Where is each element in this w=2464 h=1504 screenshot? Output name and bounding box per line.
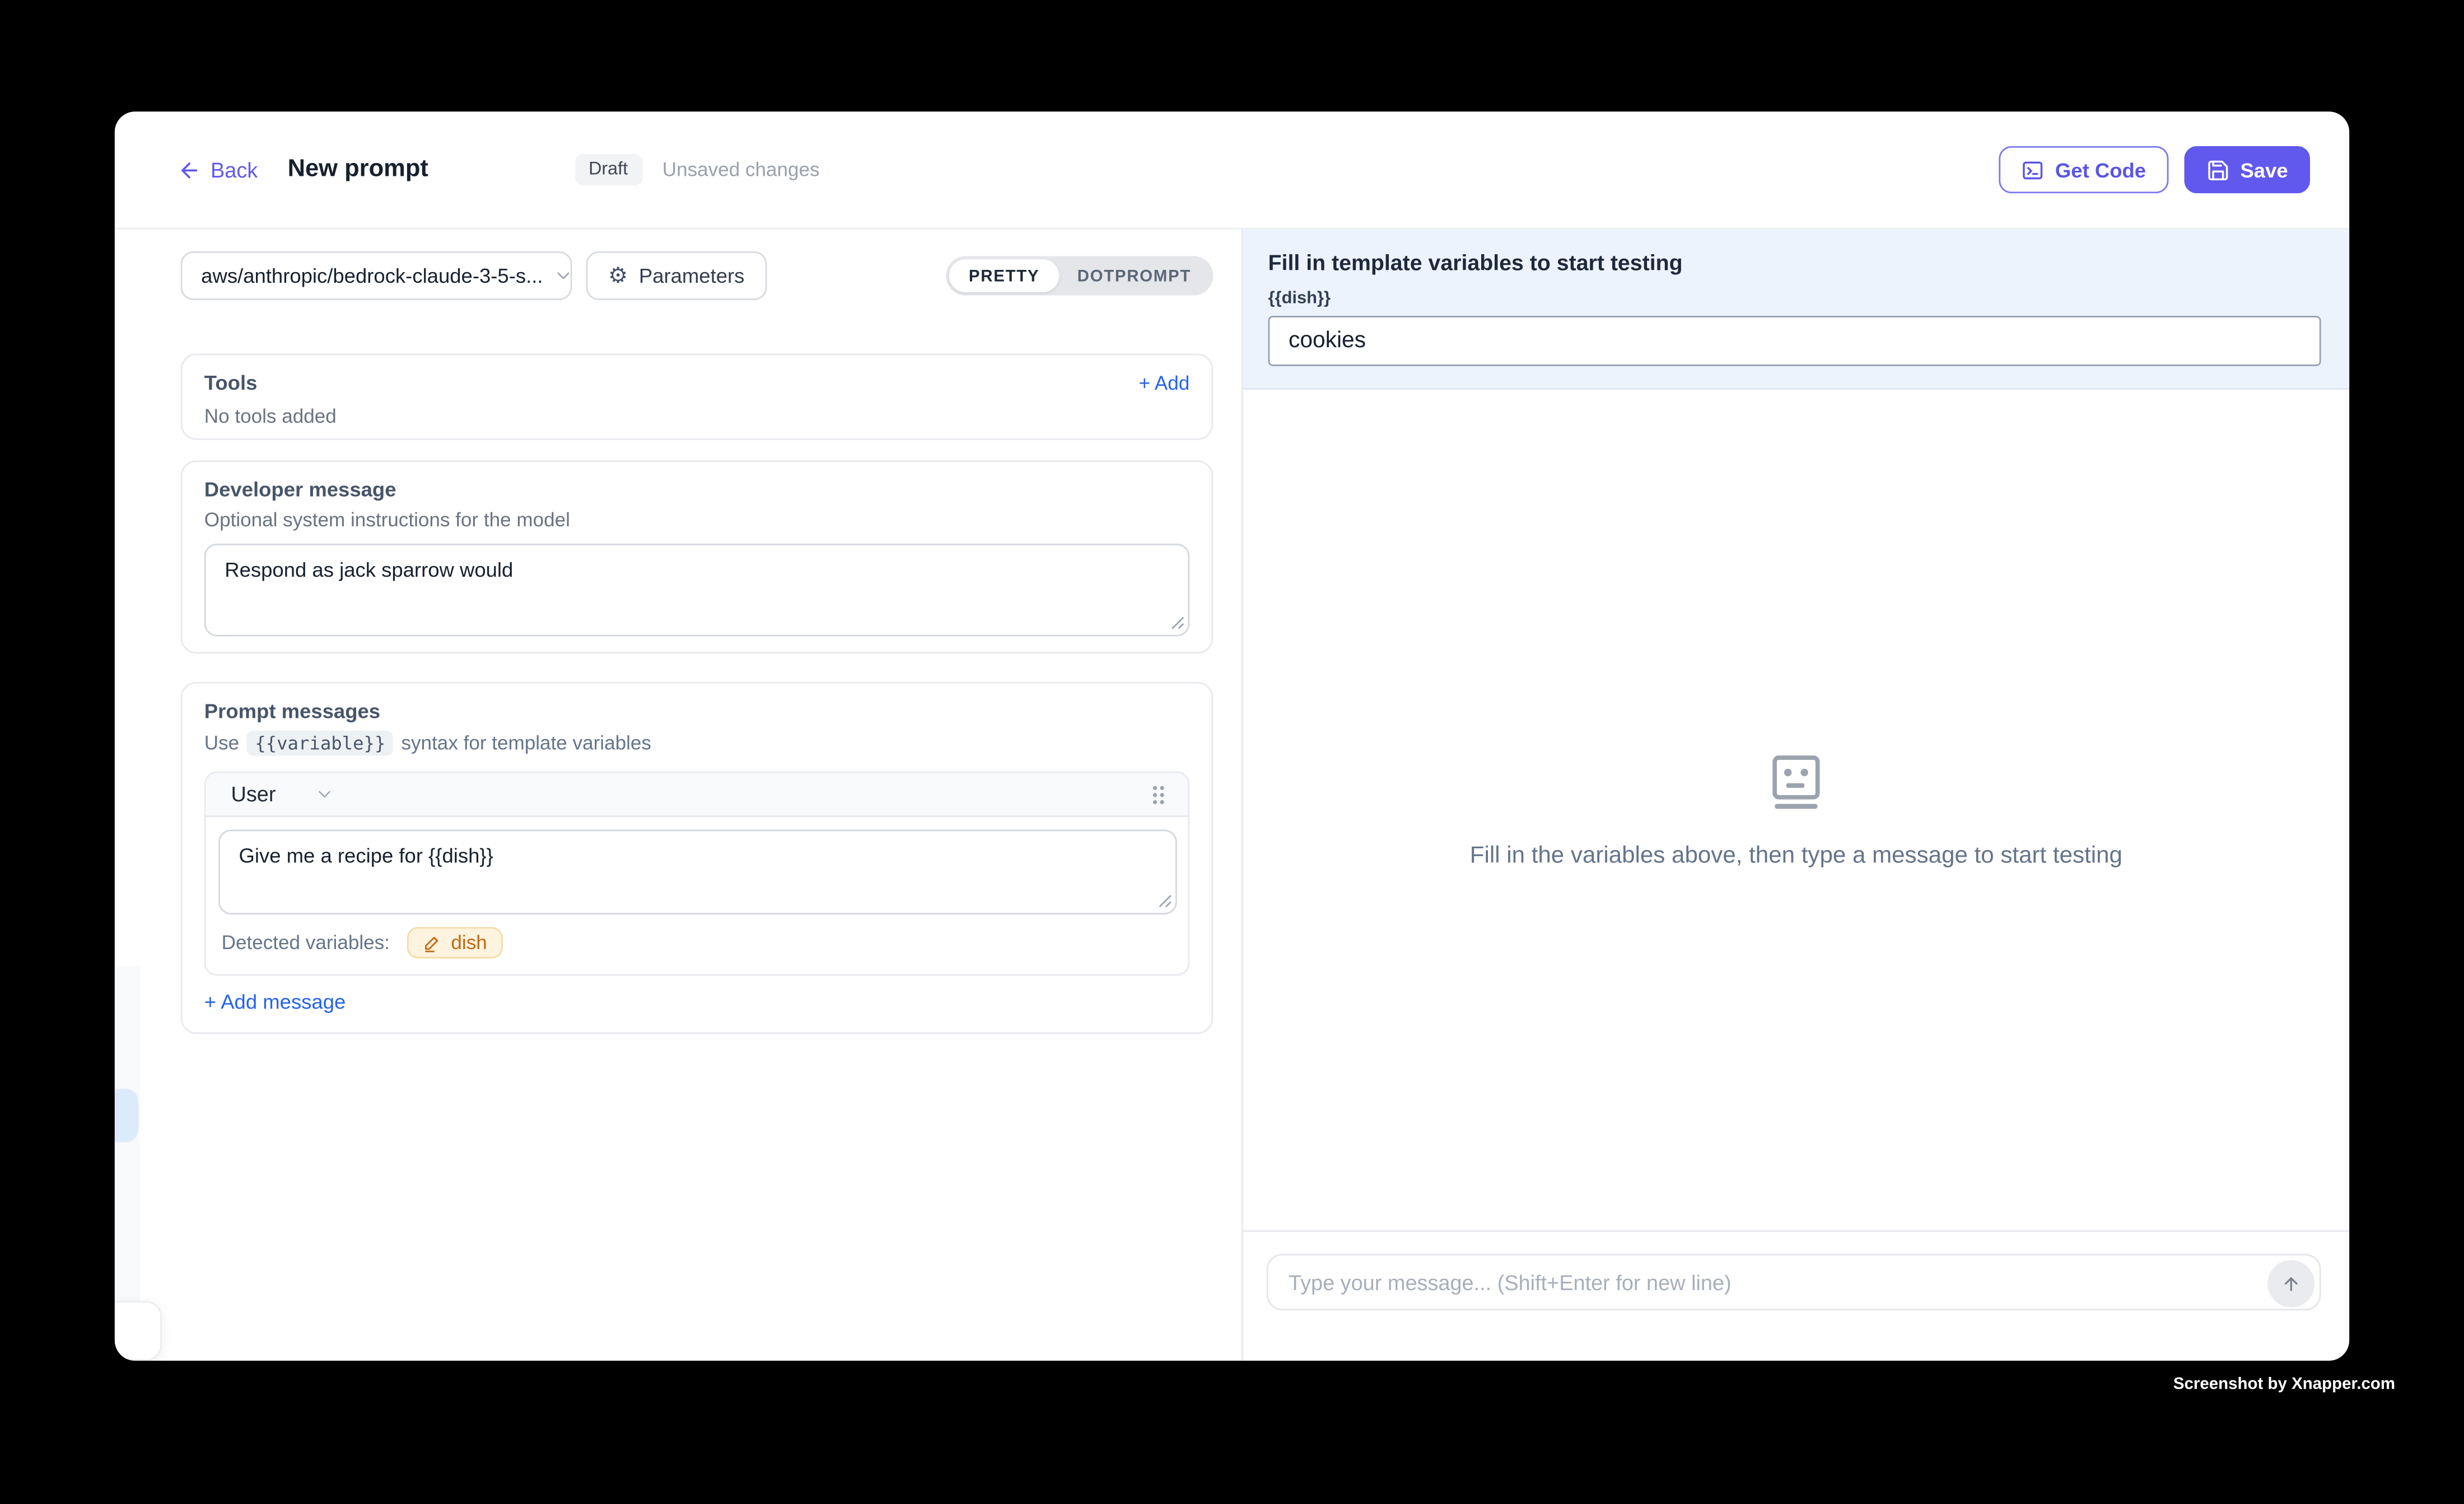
view-mode-toggle: PRETTY DOTPROMPT (947, 256, 1214, 295)
hint-suffix: syntax for template variables (401, 732, 651, 754)
chevron-down-icon (314, 784, 334, 804)
message-block: User G (204, 772, 1189, 976)
role-selector-value: User (231, 782, 276, 806)
add-tool-button[interactable]: + Add (1139, 372, 1190, 394)
drag-handle-icon[interactable] (1150, 783, 1166, 805)
model-selector[interactable]: aws/anthropic/bedrock-claude-3-5-s... (181, 251, 572, 300)
screen: Back New prompt Draft Unsaved changes Ge… (0, 0, 2464, 1504)
card-body: aws/anthropic/bedrock-claude-3-5-s... ⚙ … (115, 230, 2349, 1361)
developer-message-subtitle: Optional system instructions for the mod… (204, 509, 1189, 531)
empty-state-text: Fill in the variables above, then type a… (1470, 842, 2122, 869)
page-title: New prompt (288, 156, 428, 184)
detected-variables-row: Detected variables: dish (206, 914, 1188, 974)
prompt-editor-window: Back New prompt Draft Unsaved changes Ge… (115, 111, 2349, 1361)
message-body: Give me a recipe for {{dish}} (206, 817, 1188, 914)
developer-message-card: Developer message Optional system instru… (181, 460, 1214, 653)
model-row: aws/anthropic/bedrock-claude-3-5-s... ⚙ … (181, 251, 1214, 300)
test-panel: Fill in template variables to start test… (1242, 230, 2349, 1361)
model-selector-value: aws/anthropic/bedrock-claude-3-5-s... (201, 264, 543, 287)
corner-popover (115, 1301, 162, 1361)
syntax-hint: Use {{variable}} syntax for template var… (204, 731, 1189, 756)
chat-input-bar (1243, 1230, 2350, 1361)
watermark-text: Screenshot by Xnapper.com (2173, 1375, 2395, 1394)
chat-message-input[interactable] (1268, 1255, 2320, 1309)
role-selector[interactable]: User (231, 782, 334, 806)
developer-message-title: Developer message (204, 478, 1189, 501)
back-button[interactable]: Back (178, 158, 258, 181)
variable-syntax-chip: {{variable}} (247, 731, 393, 756)
parameters-label: Parameters (639, 264, 745, 287)
variable-chip-dish[interactable]: dish (407, 927, 503, 959)
pencil-icon (423, 933, 442, 952)
chat-empty-state: Fill in the variables above, then type a… (1243, 390, 2350, 1230)
arrow-up-icon (2280, 1273, 2302, 1295)
save-button[interactable]: Save (2183, 146, 2310, 193)
gear-icon: ⚙ (608, 265, 628, 287)
editor-column: aws/anthropic/bedrock-claude-3-5-s... ⚙ … (115, 230, 1242, 1361)
detected-variables-label: Detected variables: (222, 932, 390, 954)
header: Back New prompt Draft Unsaved changes Ge… (115, 111, 2349, 229)
message-header: User (206, 773, 1188, 818)
sidebar-selected-item[interactable] (115, 1089, 138, 1142)
chevron-down-icon (552, 265, 572, 286)
chat-input-container (1267, 1254, 2321, 1310)
add-message-button[interactable]: + Add message (204, 990, 1189, 1013)
bot-icon (1763, 751, 1829, 817)
back-label: Back (211, 158, 258, 181)
get-code-button[interactable]: Get Code (1999, 146, 2168, 193)
template-variables-section: Fill in template variables to start test… (1243, 230, 2350, 390)
arrow-left-icon (178, 158, 201, 181)
prompt-messages-title: Prompt messages (204, 699, 1189, 723)
developer-message-input[interactable]: Respond as jack sparrow would (204, 544, 1189, 637)
dish-variable-input[interactable] (1268, 316, 2321, 366)
tools-empty-text: No tools added (204, 405, 1189, 427)
tools-card: Tools + Add No tools added (181, 353, 1214, 440)
draft-badge: Draft (575, 154, 642, 185)
template-variables-title: Fill in template variables to start test… (1268, 250, 2321, 275)
variable-chip-label: dish (451, 932, 487, 954)
hint-prefix: Use (204, 732, 239, 754)
save-label: Save (2240, 158, 2288, 181)
send-button[interactable] (2267, 1260, 2314, 1307)
message-content-input[interactable]: Give me a recipe for {{dish}} (218, 830, 1177, 915)
unsaved-changes-text: Unsaved changes (662, 158, 820, 180)
parameters-button[interactable]: ⚙ Parameters (586, 251, 767, 300)
save-icon (2206, 158, 2229, 181)
toggle-pretty[interactable]: PRETTY (950, 259, 1058, 292)
get-code-label: Get Code (2055, 158, 2146, 181)
tools-title: Tools (204, 371, 258, 394)
toggle-dotprompt[interactable]: DOTPROMPT (1058, 259, 1210, 292)
terminal-icon (2020, 158, 2044, 181)
prompt-messages-card: Prompt messages Use {{variable}} syntax … (181, 682, 1214, 1034)
dish-variable-label: {{dish}} (1268, 289, 2321, 308)
